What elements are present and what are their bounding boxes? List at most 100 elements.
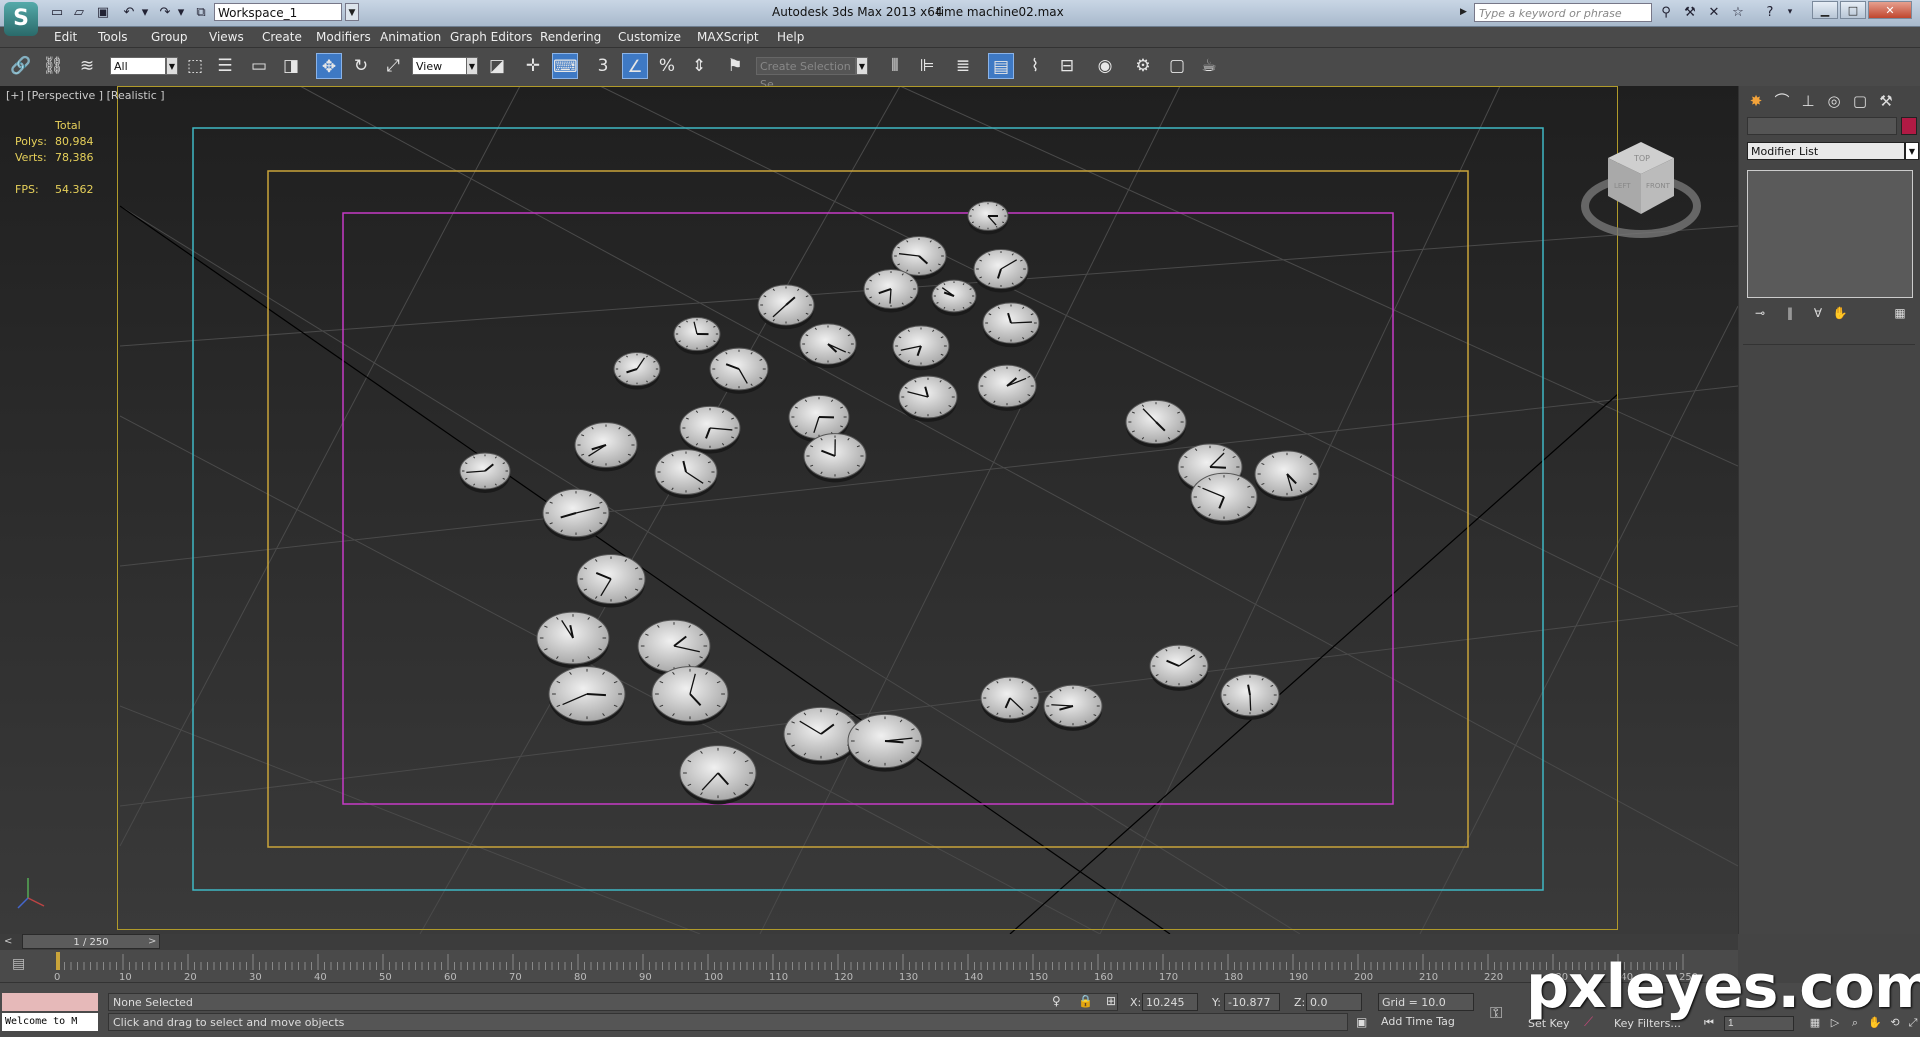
track-bar[interactable]: ▤ 0 10 20 30 40 50 60 70 80 90 100 110 120 130 140 150 1… xyxy=(0,950,1738,983)
menu-tools[interactable]: Tools xyxy=(98,27,128,47)
x-coord-field[interactable]: 10.245 xyxy=(1142,993,1198,1011)
align-icon[interactable]: ⊫ xyxy=(914,53,940,79)
select-and-scale-icon[interactable]: ⤢ xyxy=(380,53,406,79)
rendered-frame-window-icon[interactable]: ▢ xyxy=(1164,53,1190,79)
select-and-move-icon[interactable]: ✥ xyxy=(316,53,342,79)
search-input[interactable]: Type a keyword or phrase xyxy=(1474,3,1652,22)
menu-customize[interactable]: Customize xyxy=(618,27,681,47)
reference-coordinate-select[interactable]: View xyxy=(412,57,470,75)
time-slider[interactable]: < 1 / 250 > xyxy=(0,934,1738,950)
menu-help[interactable]: Help xyxy=(777,27,804,47)
manipulate-icon[interactable]: ✛ xyxy=(520,53,546,79)
select-object-icon[interactable]: ⬚ xyxy=(182,53,208,79)
menu-modifiers[interactable]: Modifiers xyxy=(316,27,371,47)
modifier-stack[interactable] xyxy=(1747,170,1913,298)
minimize-button[interactable]: ▁ xyxy=(1812,1,1838,19)
search-arrow-icon[interactable]: ▶ xyxy=(1460,3,1472,22)
pin-stack-icon[interactable]: ⊸ xyxy=(1751,304,1769,322)
isolate-icon[interactable]: ♀ xyxy=(1052,994,1061,1008)
help-icon[interactable]: ? xyxy=(1760,3,1780,22)
time-slider-next-button[interactable]: > xyxy=(148,934,162,949)
z-coord-field[interactable]: 0.0 xyxy=(1306,993,1362,1011)
chevron-down-icon[interactable]: ▼ xyxy=(1905,142,1919,160)
time-slider-prev-button[interactable]: < xyxy=(4,934,18,949)
menu-create[interactable]: Create xyxy=(262,27,302,47)
render-setup-icon[interactable]: ⚙ xyxy=(1130,53,1156,79)
open-file-icon[interactable]: ▱ xyxy=(70,4,88,22)
material-editor-icon[interactable]: ◉ xyxy=(1092,53,1118,79)
show-end-result-icon[interactable]: ‖ xyxy=(1781,304,1799,322)
make-unique-icon[interactable]: ∀ xyxy=(1809,304,1827,322)
viewcube-icon[interactable]: TOP LEFT FRONT xyxy=(1578,136,1708,246)
time-slider-thumb[interactable]: 1 / 250 xyxy=(22,934,160,949)
absolute-mode-icon[interactable]: ⊞ xyxy=(1106,994,1116,1008)
new-file-icon[interactable]: ▭ xyxy=(48,4,66,22)
time-tag-icon[interactable]: ▣ xyxy=(1356,1015,1367,1029)
chevron-down-icon[interactable]: ▼ xyxy=(856,57,868,75)
chevron-down-icon[interactable]: ▼ xyxy=(166,57,178,75)
perspective-viewport[interactable]: [+] [Perspective ] [Realistic ] Total Po… xyxy=(0,86,1738,934)
percent-snap-icon[interactable]: % xyxy=(654,53,680,79)
create-tab-icon[interactable]: ✸ xyxy=(1745,90,1767,112)
chevron-down-icon[interactable]: ▼ xyxy=(345,3,359,21)
menu-edit[interactable]: Edit xyxy=(54,27,77,47)
select-and-link-icon[interactable]: 🔗 xyxy=(8,53,34,79)
rectangular-selection-icon[interactable]: ▭ xyxy=(246,53,272,79)
mini-curve-editor-icon[interactable]: ▤ xyxy=(12,956,25,972)
app-logo-icon[interactable]: S xyxy=(4,2,38,36)
help-dropdown-icon[interactable]: ▾ xyxy=(1780,3,1800,22)
layer-manager-icon[interactable]: ≣ xyxy=(950,53,976,79)
select-and-rotate-icon[interactable]: ↻ xyxy=(348,53,374,79)
object-color-swatch[interactable] xyxy=(1901,117,1917,135)
spinner-snap-icon[interactable]: ⇕ xyxy=(686,53,712,79)
mirror-icon[interactable]: ⫴ xyxy=(882,53,908,79)
object-name-field[interactable] xyxy=(1747,117,1897,135)
maxscript-mini-listener[interactable]: Welcome to M xyxy=(2,1013,98,1031)
utilities-tab-icon[interactable]: ⚒ xyxy=(1875,90,1897,112)
modifier-list-select[interactable]: Modifier List xyxy=(1747,142,1905,160)
maxscript-listener-pane[interactable] xyxy=(2,993,98,1011)
wrench-icon[interactable]: ⚒ xyxy=(1680,3,1700,22)
display-tab-icon[interactable]: ▢ xyxy=(1849,90,1871,112)
menu-maxscript[interactable]: MAXScript xyxy=(697,27,759,47)
named-selection-input[interactable]: Create Selection Se xyxy=(756,57,856,91)
keyboard-shortcut-override-icon[interactable]: ⌨ xyxy=(552,53,578,79)
pivot-center-icon[interactable]: ◪ xyxy=(484,53,510,79)
graphite-modeling-icon[interactable]: ▤ xyxy=(988,53,1014,79)
lock-selection-icon[interactable]: 🔒 xyxy=(1078,994,1093,1008)
schematic-view-icon[interactable]: ⊟ xyxy=(1054,53,1080,79)
select-by-name-icon[interactable]: ☰ xyxy=(212,53,238,79)
menu-rendering[interactable]: Rendering xyxy=(540,27,601,47)
communication-center-icon[interactable]: ✕ xyxy=(1704,3,1724,22)
binoculars-icon[interactable]: ⚲ xyxy=(1656,3,1676,22)
viewport-label-menu[interactable]: [+] [Perspective ] [Realistic ] xyxy=(6,89,165,102)
render-production-icon[interactable]: ☕ xyxy=(1196,53,1222,79)
menu-animation[interactable]: Animation xyxy=(380,27,441,47)
project-folder-icon[interactable]: ⧉ xyxy=(192,4,210,22)
redo-dropdown-icon[interactable]: ▾ xyxy=(172,4,190,22)
edit-named-selection-icon[interactable]: ⚑ xyxy=(722,53,748,79)
menu-graph-editors[interactable]: Graph Editors xyxy=(450,27,532,47)
workspace-select[interactable]: Workspace_1 xyxy=(214,3,342,21)
curve-editor-icon[interactable]: ⌇ xyxy=(1022,53,1048,79)
add-time-tag-button[interactable]: Add Time Tag xyxy=(1378,1013,1474,1031)
modify-tab-icon[interactable]: ⌒ xyxy=(1771,90,1793,112)
bind-space-warp-icon[interactable]: ≋ xyxy=(74,53,100,79)
angle-snap-icon[interactable]: ∠ xyxy=(622,53,648,79)
snaps-toggle-icon[interactable]: 3 xyxy=(590,53,616,79)
window-crossing-icon[interactable]: ◨ xyxy=(278,53,304,79)
chevron-down-icon[interactable]: ▼ xyxy=(466,57,478,75)
menu-views[interactable]: Views xyxy=(209,27,244,47)
selection-filter-select[interactable]: All xyxy=(110,57,166,75)
motion-tab-icon[interactable]: ◎ xyxy=(1823,90,1845,112)
configure-modifier-sets-icon[interactable]: ▦ xyxy=(1891,304,1909,322)
close-button[interactable]: ✕ xyxy=(1868,1,1912,19)
undo-dropdown-icon[interactable]: ▾ xyxy=(136,4,154,22)
favorites-star-icon[interactable]: ☆ xyxy=(1728,3,1748,22)
remove-modifier-icon[interactable]: ✋ xyxy=(1831,304,1849,322)
key-icon[interactable]: ⚿ xyxy=(1490,1003,1502,1023)
hierarchy-tab-icon[interactable]: ⊥ xyxy=(1797,90,1819,112)
save-file-icon[interactable]: ▣ xyxy=(94,4,112,22)
maximize-button[interactable]: □ xyxy=(1840,1,1866,19)
y-coord-field[interactable]: -10.877 xyxy=(1224,993,1280,1011)
